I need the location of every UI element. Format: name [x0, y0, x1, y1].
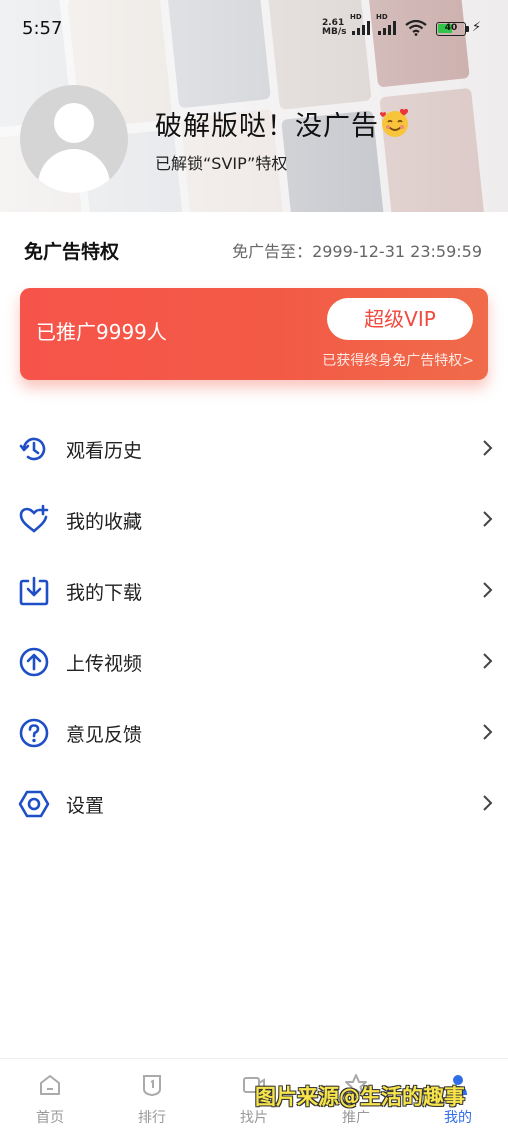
lifetime-ad-free-link[interactable]: 已获得终身免广告特权> [322, 350, 474, 370]
download-icon [19, 576, 49, 606]
smiling-face-with-hearts-icon [379, 108, 409, 137]
signal-icon: HD [350, 13, 372, 35]
menu-label: 设置 [66, 795, 105, 817]
history-icon [19, 437, 46, 461]
battery-icon: 40 [436, 22, 466, 36]
charging-icon: ⚡ [472, 20, 482, 35]
vip-card[interactable]: 已推广9999人 超级VIP 已获得终身免广告特权> [20, 288, 488, 380]
ad-free-privilege-title: 免广告特权 [24, 241, 120, 263]
settings-icon [18, 790, 50, 818]
wifi-icon [405, 20, 427, 36]
ranking-icon [143, 1075, 161, 1097]
ad-free-expire-date: 免广告至：2999-12-31 23:59:59 [232, 242, 482, 261]
chevron-right-icon [483, 653, 493, 669]
source-watermark: 图片来源@生活的趣事 [255, 1085, 465, 1109]
status-bar: 5:57 2.61 MB/s HD HD 40 ⚡ [0, 0, 508, 56]
feedback-question-icon [19, 718, 49, 748]
avatar[interactable] [20, 85, 128, 193]
promotion-count: 已推广9999人 [36, 320, 167, 344]
status-time: 5:57 [22, 18, 63, 39]
menu-label: 意见反馈 [66, 724, 143, 746]
chevron-right-icon [483, 511, 493, 527]
username: 破解版哒！没广告 [155, 104, 411, 143]
menu-label: 我的收藏 [66, 511, 143, 533]
menu-item-feedback[interactable]: 意见反馈 [0, 697, 508, 768]
chevron-right-icon [483, 724, 493, 740]
home-icon [40, 1075, 60, 1095]
network-speed: 2.61 MB/s [322, 18, 347, 37]
menu-item-settings[interactable]: 设置 [0, 768, 508, 839]
menu-label: 上传视频 [66, 653, 143, 675]
menu-label: 我的下载 [66, 582, 143, 604]
menu-item-watch-history[interactable]: 观看历史 [0, 413, 508, 484]
chevron-right-icon [483, 440, 493, 456]
menu-item-my-downloads[interactable]: 我的下载 [0, 555, 508, 626]
menu-item-my-favorites[interactable]: 我的收藏 [0, 484, 508, 555]
menu-item-upload-video[interactable]: 上传视频 [0, 626, 508, 697]
tab-home[interactable]: 首页 [0, 1059, 100, 1134]
settings-menu: 观看历史 我的收藏 我的下载 上传视频 意见反馈 设置 [0, 413, 508, 839]
super-vip-button[interactable]: 超级VIP [327, 298, 473, 340]
menu-label: 观看历史 [66, 440, 143, 462]
signal-icon-2: HD [376, 13, 398, 35]
chevron-right-icon [483, 795, 493, 811]
upload-icon [19, 647, 49, 677]
svip-unlock-text: 已解锁“SVIP”特权 [155, 154, 288, 173]
favorite-heart-icon [19, 504, 49, 533]
chevron-right-icon [483, 582, 493, 598]
tab-ranking[interactable]: 排行 [102, 1059, 202, 1134]
